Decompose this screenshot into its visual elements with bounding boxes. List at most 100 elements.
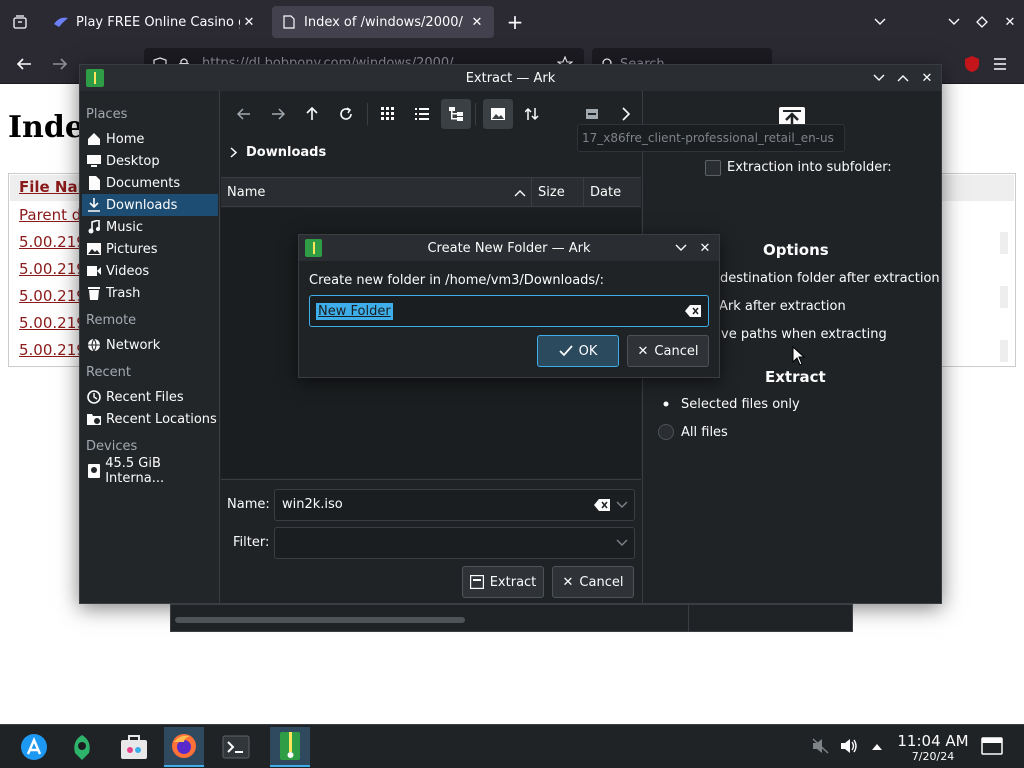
- place-desktop[interactable]: Desktop: [82, 150, 218, 172]
- firefox-taskbar-icon[interactable]: [164, 727, 204, 767]
- clear-text-icon[interactable]: [684, 304, 702, 318]
- place-music[interactable]: Music: [82, 216, 218, 238]
- radio-all-files-label[interactable]: All files: [681, 425, 728, 440]
- place-home[interactable]: Home: [82, 128, 218, 150]
- column-date[interactable]: Date: [590, 185, 621, 200]
- dialog-title: Create New Folder — Ark: [427, 240, 591, 256]
- extension-ublock-icon[interactable]: [960, 52, 984, 76]
- tray-expand-arrow-icon[interactable]: [870, 739, 884, 753]
- option-close-ark[interactable]: Ark after extraction: [719, 299, 846, 314]
- horizontal-scrollbar[interactable]: [175, 617, 465, 623]
- back-icon[interactable]: [12, 52, 36, 76]
- sort-ascending-icon[interactable]: [513, 186, 527, 200]
- dialog-titlebar[interactable]: Create New Folder — Ark ✕: [299, 235, 719, 261]
- subfolder-name-field[interactable]: 17_x86fre_client-professional_retail_en-…: [577, 124, 845, 152]
- parent-directory-link[interactable]: Parent d: [19, 206, 81, 224]
- icons-view-icon[interactable]: [373, 99, 403, 129]
- place-trash[interactable]: Trash: [82, 282, 218, 304]
- clock-date[interactable]: 7/20/24: [892, 750, 974, 763]
- menu-icon[interactable]: [988, 52, 1012, 76]
- file-link[interactable]: 5.00.219: [19, 260, 86, 278]
- casino-favicon-icon: [52, 14, 70, 30]
- folder-name-input[interactable]: New Folder: [309, 295, 709, 327]
- forward-icon[interactable]: [263, 99, 293, 129]
- pictures-icon: [86, 241, 102, 257]
- up-icon[interactable]: [297, 99, 327, 129]
- subfolder-checkbox[interactable]: [705, 160, 721, 176]
- place-videos[interactable]: Videos: [82, 260, 218, 282]
- tab-casino[interactable]: Play FREE Online Casino g ✕: [44, 6, 266, 38]
- sort-icon[interactable]: [517, 99, 547, 129]
- terminal-icon[interactable]: [216, 727, 256, 767]
- close-browser-icon[interactable]: ✕: [1000, 12, 1020, 32]
- dialog-cancel-button[interactable]: ✕ Cancel: [627, 335, 709, 367]
- file-link[interactable]: 5.00.219: [19, 314, 86, 332]
- dialog-menu-chevron-icon[interactable]: [672, 239, 690, 257]
- tree-view-icon[interactable]: [441, 99, 471, 129]
- tab-list-icon[interactable]: [8, 10, 32, 34]
- tab-index[interactable]: Index of /windows/2000/ ✕: [272, 6, 494, 38]
- muted-speaker-icon[interactable]: [812, 737, 830, 755]
- maximize-window-icon[interactable]: [894, 69, 912, 87]
- close-dialog-icon[interactable]: ✕: [696, 239, 714, 257]
- column-header-file-name[interactable]: File Nar: [19, 178, 85, 196]
- radio-selected-files-label[interactable]: Selected files only: [681, 397, 800, 412]
- place-documents[interactable]: Documents: [82, 172, 218, 194]
- folder-name-value[interactable]: New Folder: [316, 303, 393, 320]
- option-open-destination[interactable]: destination folder after extraction: [720, 271, 940, 286]
- file-link[interactable]: 5.00.219: [19, 233, 86, 251]
- breadcrumb[interactable]: Downloads: [226, 145, 326, 160]
- place-pictures[interactable]: Pictures: [82, 238, 218, 260]
- column-size[interactable]: Size: [538, 185, 565, 200]
- radio-all-files[interactable]: [658, 424, 674, 440]
- app-launcher-icon[interactable]: [14, 727, 54, 767]
- place-network[interactable]: Network: [82, 334, 218, 356]
- tab-label: Play FREE Online Casino g: [76, 14, 240, 30]
- minimize-browser-icon[interactable]: [944, 12, 964, 32]
- clear-text-icon[interactable]: [593, 498, 611, 512]
- file-link[interactable]: 5.00.219: [19, 287, 86, 305]
- dropdown-chevron-icon[interactable]: [615, 538, 629, 548]
- close-window-icon[interactable]: ✕: [918, 69, 936, 87]
- radio-selected-files[interactable]: [658, 396, 674, 412]
- forward-icon[interactable]: [48, 52, 72, 76]
- show-desktop-icon[interactable]: [980, 735, 1004, 757]
- extract-button[interactable]: Extract: [462, 566, 544, 598]
- place-recent-files[interactable]: Recent Files: [82, 386, 218, 408]
- clock-icon: [86, 389, 102, 405]
- ark-titlebar[interactable]: Extract — Ark ✕: [80, 65, 941, 91]
- system-settings-icon[interactable]: [114, 727, 154, 767]
- window-menu-chevron-icon[interactable]: [870, 69, 888, 87]
- close-tab-icon[interactable]: ✕: [240, 15, 258, 30]
- tab-overflow-chevron-icon[interactable]: [870, 12, 890, 32]
- file-link[interactable]: 5.00.219: [19, 341, 86, 359]
- place-recent-locations[interactable]: Recent Locations: [82, 408, 218, 430]
- name-field[interactable]: win2k.iso: [274, 489, 635, 521]
- close-tab-icon[interactable]: ✕: [468, 15, 486, 30]
- filter-select[interactable]: [274, 527, 635, 559]
- extract-heading: Extract: [765, 368, 826, 386]
- place-device-drive[interactable]: 45.5 GiB Interna...: [82, 456, 218, 486]
- list-view-icon[interactable]: [407, 99, 437, 129]
- place-downloads[interactable]: Downloads: [82, 194, 218, 216]
- new-tab-icon[interactable]: +: [504, 10, 526, 34]
- chevron-right-icon: [226, 147, 240, 158]
- table-row-stripe: [1000, 232, 1008, 254]
- ark-taskbar-icon[interactable]: [270, 727, 310, 767]
- maximize-browser-icon[interactable]: [972, 12, 992, 32]
- reload-icon[interactable]: [331, 99, 361, 129]
- clock-time[interactable]: 11:04 AM: [892, 732, 974, 750]
- column-divider: [583, 178, 584, 206]
- ok-button[interactable]: OK: [537, 335, 619, 367]
- discover-store-icon[interactable]: [62, 727, 102, 767]
- name-value[interactable]: win2k.iso: [282, 497, 343, 512]
- cancel-button[interactable]: ✕ Cancel: [552, 566, 634, 598]
- preview-icon[interactable]: [483, 99, 513, 129]
- divider: [688, 605, 689, 631]
- column-name[interactable]: Name: [227, 185, 265, 200]
- back-icon[interactable]: [229, 99, 259, 129]
- dropdown-chevron-icon[interactable]: [615, 500, 629, 510]
- file-list-header: Name Size Date: [221, 177, 641, 207]
- option-preserve-paths[interactable]: ve paths when extracting: [721, 327, 887, 342]
- volume-icon[interactable]: [840, 737, 858, 755]
